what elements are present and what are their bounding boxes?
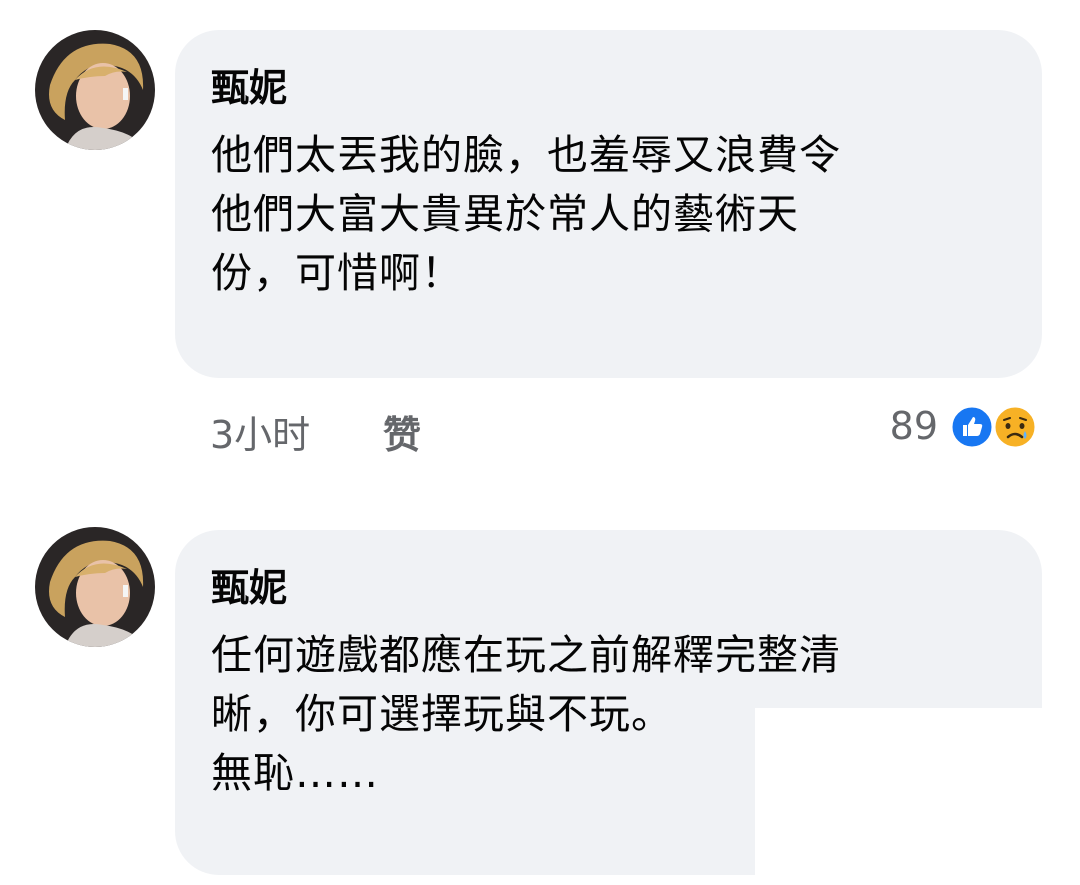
comment-author[interactable]: 甄妮 — [211, 566, 1002, 610]
comment-text-line: 任何遊戲都應在玩之前解釋完整清 — [211, 631, 841, 679]
background-block — [755, 708, 1080, 885]
avatar[interactable] — [35, 527, 155, 647]
like-button[interactable]: 赞 — [383, 404, 421, 459]
comment-text-line: 份，可惜啊！ — [211, 249, 463, 297]
comment-text-line: 他們大富大貴異於常人的藝術天 — [211, 190, 799, 238]
comment-bubble: 甄妮 他們太丟我的臉，也羞辱又浪費令 他們大富大貴異於常人的藝術天 份，可惜啊！ — [175, 30, 1042, 378]
sad-face-icon — [992, 404, 1038, 450]
comment-text-line: 他們太丟我的臉，也羞辱又浪費令 — [211, 131, 841, 179]
avatar[interactable] — [35, 30, 155, 150]
like-icon — [949, 404, 995, 450]
comment-meta: 3小时 赞 89 — [210, 404, 1050, 457]
comment-timestamp[interactable]: 3小时 — [210, 404, 310, 459]
comment-author[interactable]: 甄妮 — [211, 66, 1002, 110]
reaction-count[interactable]: 89 — [890, 404, 938, 448]
